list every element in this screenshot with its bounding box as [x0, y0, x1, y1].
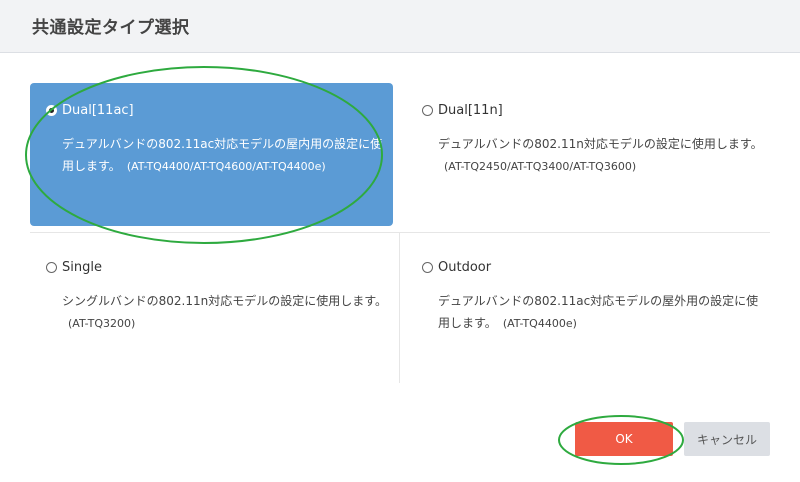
- divider-horizontal: [30, 232, 770, 233]
- dialog-header: 共通設定タイプ選択: [0, 0, 800, 53]
- option-header: Dual[11ac]: [46, 103, 134, 118]
- radio-button[interactable]: [422, 262, 433, 273]
- radio-button[interactable]: [422, 105, 433, 116]
- cancel-button[interactable]: キャンセル: [684, 422, 770, 456]
- radio-button[interactable]: [46, 262, 57, 273]
- option-description: デュアルバンドの802.11ac対応モデルの屋外用の設定に使用します。 (AT-T…: [438, 290, 763, 335]
- option-description-text: デュアルバンドの802.11ac対応モデルの屋外用の設定に使用します。: [438, 294, 759, 330]
- option-dual-11n[interactable]: Dual[11n] デュアルバンドの802.11n対応モデルの設定に使用します。…: [406, 83, 770, 226]
- option-label: Outdoor: [438, 260, 492, 275]
- divider-vertical: [399, 233, 400, 383]
- option-models: (AT-TQ4400/AT-TQ4600/AT-TQ4400e): [126, 160, 326, 173]
- option-models: (AT-TQ2450/AT-TQ3400/AT-TQ3600): [444, 160, 637, 173]
- radio-button-checked[interactable]: [46, 105, 57, 116]
- option-header: Single: [46, 260, 102, 275]
- option-single[interactable]: Single シングルバンドの802.11n対応モデルの設定に使用します。 (AT…: [30, 240, 393, 380]
- settings-type-dialog: 共通設定タイプ選択 Dual[11ac] デュアルバンドの802.11ac対応モ…: [0, 0, 800, 482]
- option-header: Outdoor: [422, 260, 491, 275]
- option-description-text: シングルバンドの802.11n対応モデルの設定に使用します。: [62, 294, 387, 308]
- option-dual-11ac[interactable]: Dual[11ac] デュアルバンドの802.11ac対応モデルの屋内用の設定に…: [30, 83, 393, 226]
- option-description: デュアルバンドの802.11n対応モデルの設定に使用します。 (AT-TQ2450…: [438, 133, 763, 178]
- option-header: Dual[11n]: [422, 103, 503, 118]
- option-models: (AT-TQ4400e): [502, 317, 577, 330]
- option-label: Dual[11ac]: [62, 103, 134, 118]
- option-label: Dual[11n]: [438, 103, 503, 118]
- option-description: デュアルバンドの802.11ac対応モデルの屋内用の設定に使用します。 (AT-T…: [62, 133, 387, 178]
- option-models: (AT-TQ3200): [68, 317, 136, 330]
- option-label: Single: [62, 260, 102, 275]
- ok-button[interactable]: OK: [575, 422, 673, 456]
- option-description: シングルバンドの802.11n対応モデルの設定に使用します。 (AT-TQ3200…: [62, 290, 387, 335]
- dialog-title: 共通設定タイプ選択: [32, 18, 190, 38]
- option-description-text: デュアルバンドの802.11n対応モデルの設定に使用します。: [438, 137, 763, 151]
- option-outdoor[interactable]: Outdoor デュアルバンドの802.11ac対応モデルの屋外用の設定に使用し…: [406, 240, 770, 380]
